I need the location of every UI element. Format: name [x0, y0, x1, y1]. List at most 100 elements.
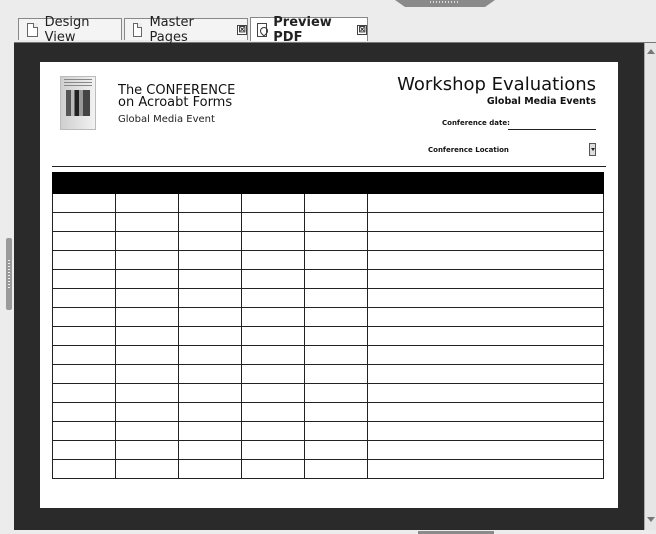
- table-cell[interactable]: [178, 326, 242, 346]
- table-cell[interactable]: [304, 326, 368, 346]
- table-cell[interactable]: [178, 345, 242, 365]
- vertical-scrollbar[interactable]: [644, 43, 656, 530]
- table-cell[interactable]: [115, 421, 179, 441]
- table-cell[interactable]: [241, 307, 305, 327]
- table-cell[interactable]: [52, 440, 116, 460]
- table-cell[interactable]: [52, 307, 116, 327]
- table-cell[interactable]: [178, 421, 242, 441]
- table-cell[interactable]: [178, 364, 242, 384]
- table-cell[interactable]: [178, 269, 242, 289]
- table-cell[interactable]: [304, 345, 368, 365]
- table-cell[interactable]: [52, 212, 116, 232]
- table-cell[interactable]: [115, 383, 179, 403]
- table-cell[interactable]: [178, 250, 242, 270]
- table-cell[interactable]: [241, 231, 305, 251]
- table-cell[interactable]: [241, 212, 305, 232]
- table-cell[interactable]: [241, 402, 305, 422]
- table-cell[interactable]: [52, 402, 116, 422]
- table-cell[interactable]: [52, 421, 116, 441]
- table-cell[interactable]: [367, 459, 604, 479]
- location-dropdown-button[interactable]: [589, 143, 596, 156]
- table-cell[interactable]: [52, 288, 116, 308]
- table-cell[interactable]: [304, 269, 368, 289]
- table-cell[interactable]: [115, 402, 179, 422]
- table-cell[interactable]: [367, 212, 604, 232]
- table-cell[interactable]: [52, 250, 116, 270]
- table-cell[interactable]: [52, 364, 116, 384]
- table-cell[interactable]: [367, 345, 604, 365]
- table-cell[interactable]: [115, 364, 179, 384]
- table-cell[interactable]: [304, 288, 368, 308]
- table-cell[interactable]: [178, 212, 242, 232]
- table-cell[interactable]: [178, 193, 242, 213]
- table-cell[interactable]: [241, 250, 305, 270]
- table-cell[interactable]: [115, 345, 179, 365]
- table-cell[interactable]: [178, 307, 242, 327]
- table-cell[interactable]: [241, 440, 305, 460]
- table-cell[interactable]: [115, 326, 179, 346]
- top-splitter-grip[interactable]: [395, 0, 495, 12]
- table-cell[interactable]: [241, 288, 305, 308]
- table-cell[interactable]: [241, 345, 305, 365]
- table-cell[interactable]: [52, 383, 116, 403]
- table-cell[interactable]: [178, 231, 242, 251]
- table-cell[interactable]: [367, 269, 604, 289]
- scroll-up-icon[interactable]: [647, 49, 655, 54]
- table-cell[interactable]: [367, 231, 604, 251]
- tab-design-view[interactable]: Design View: [18, 15, 122, 45]
- table-cell[interactable]: [115, 231, 179, 251]
- table-cell[interactable]: [304, 364, 368, 384]
- close-icon[interactable]: ⊠: [237, 24, 247, 35]
- table-cell[interactable]: [115, 307, 179, 327]
- table-cell[interactable]: [367, 440, 604, 460]
- table-cell[interactable]: [115, 440, 179, 460]
- table-cell[interactable]: [178, 440, 242, 460]
- table-cell[interactable]: [367, 402, 604, 422]
- table-cell[interactable]: [304, 212, 368, 232]
- table-cell[interactable]: [241, 364, 305, 384]
- table-cell[interactable]: [304, 421, 368, 441]
- table-cell[interactable]: [367, 288, 604, 308]
- table-cell[interactable]: [115, 269, 179, 289]
- table-cell[interactable]: [178, 402, 242, 422]
- table-cell[interactable]: [304, 231, 368, 251]
- table-cell[interactable]: [115, 193, 179, 213]
- table-cell[interactable]: [367, 364, 604, 384]
- table-cell[interactable]: [304, 402, 368, 422]
- tab-master-pages[interactable]: Master Pages ⊠: [124, 15, 248, 45]
- table-cell[interactable]: [52, 345, 116, 365]
- table-cell[interactable]: [367, 307, 604, 327]
- table-cell[interactable]: [52, 459, 116, 479]
- table-cell[interactable]: [115, 212, 179, 232]
- table-cell[interactable]: [367, 326, 604, 346]
- table-cell[interactable]: [52, 326, 116, 346]
- table-cell[interactable]: [367, 250, 604, 270]
- table-cell[interactable]: [304, 383, 368, 403]
- conference-date-field[interactable]: [508, 129, 596, 130]
- table-cell[interactable]: [367, 193, 604, 213]
- table-cell[interactable]: [304, 440, 368, 460]
- table-cell[interactable]: [178, 288, 242, 308]
- table-cell[interactable]: [52, 269, 116, 289]
- table-cell[interactable]: [241, 193, 305, 213]
- table-cell[interactable]: [367, 383, 604, 403]
- table-cell[interactable]: [241, 269, 305, 289]
- table-cell[interactable]: [115, 250, 179, 270]
- table-cell[interactable]: [115, 288, 179, 308]
- table-cell[interactable]: [178, 459, 242, 479]
- left-splitter-grip[interactable]: [6, 238, 12, 310]
- scroll-down-icon[interactable]: [647, 517, 655, 522]
- table-cell[interactable]: [241, 383, 305, 403]
- table-cell[interactable]: [178, 383, 242, 403]
- close-icon[interactable]: ⊠: [357, 24, 367, 35]
- table-cell[interactable]: [304, 193, 368, 213]
- table-cell[interactable]: [241, 459, 305, 479]
- table-cell[interactable]: [241, 421, 305, 441]
- table-cell[interactable]: [304, 459, 368, 479]
- table-cell[interactable]: [367, 421, 604, 441]
- table-cell[interactable]: [304, 250, 368, 270]
- table-cell[interactable]: [52, 193, 116, 213]
- table-cell[interactable]: [304, 307, 368, 327]
- tab-preview-pdf[interactable]: Preview PDF ⊠: [250, 15, 368, 45]
- table-cell[interactable]: [115, 459, 179, 479]
